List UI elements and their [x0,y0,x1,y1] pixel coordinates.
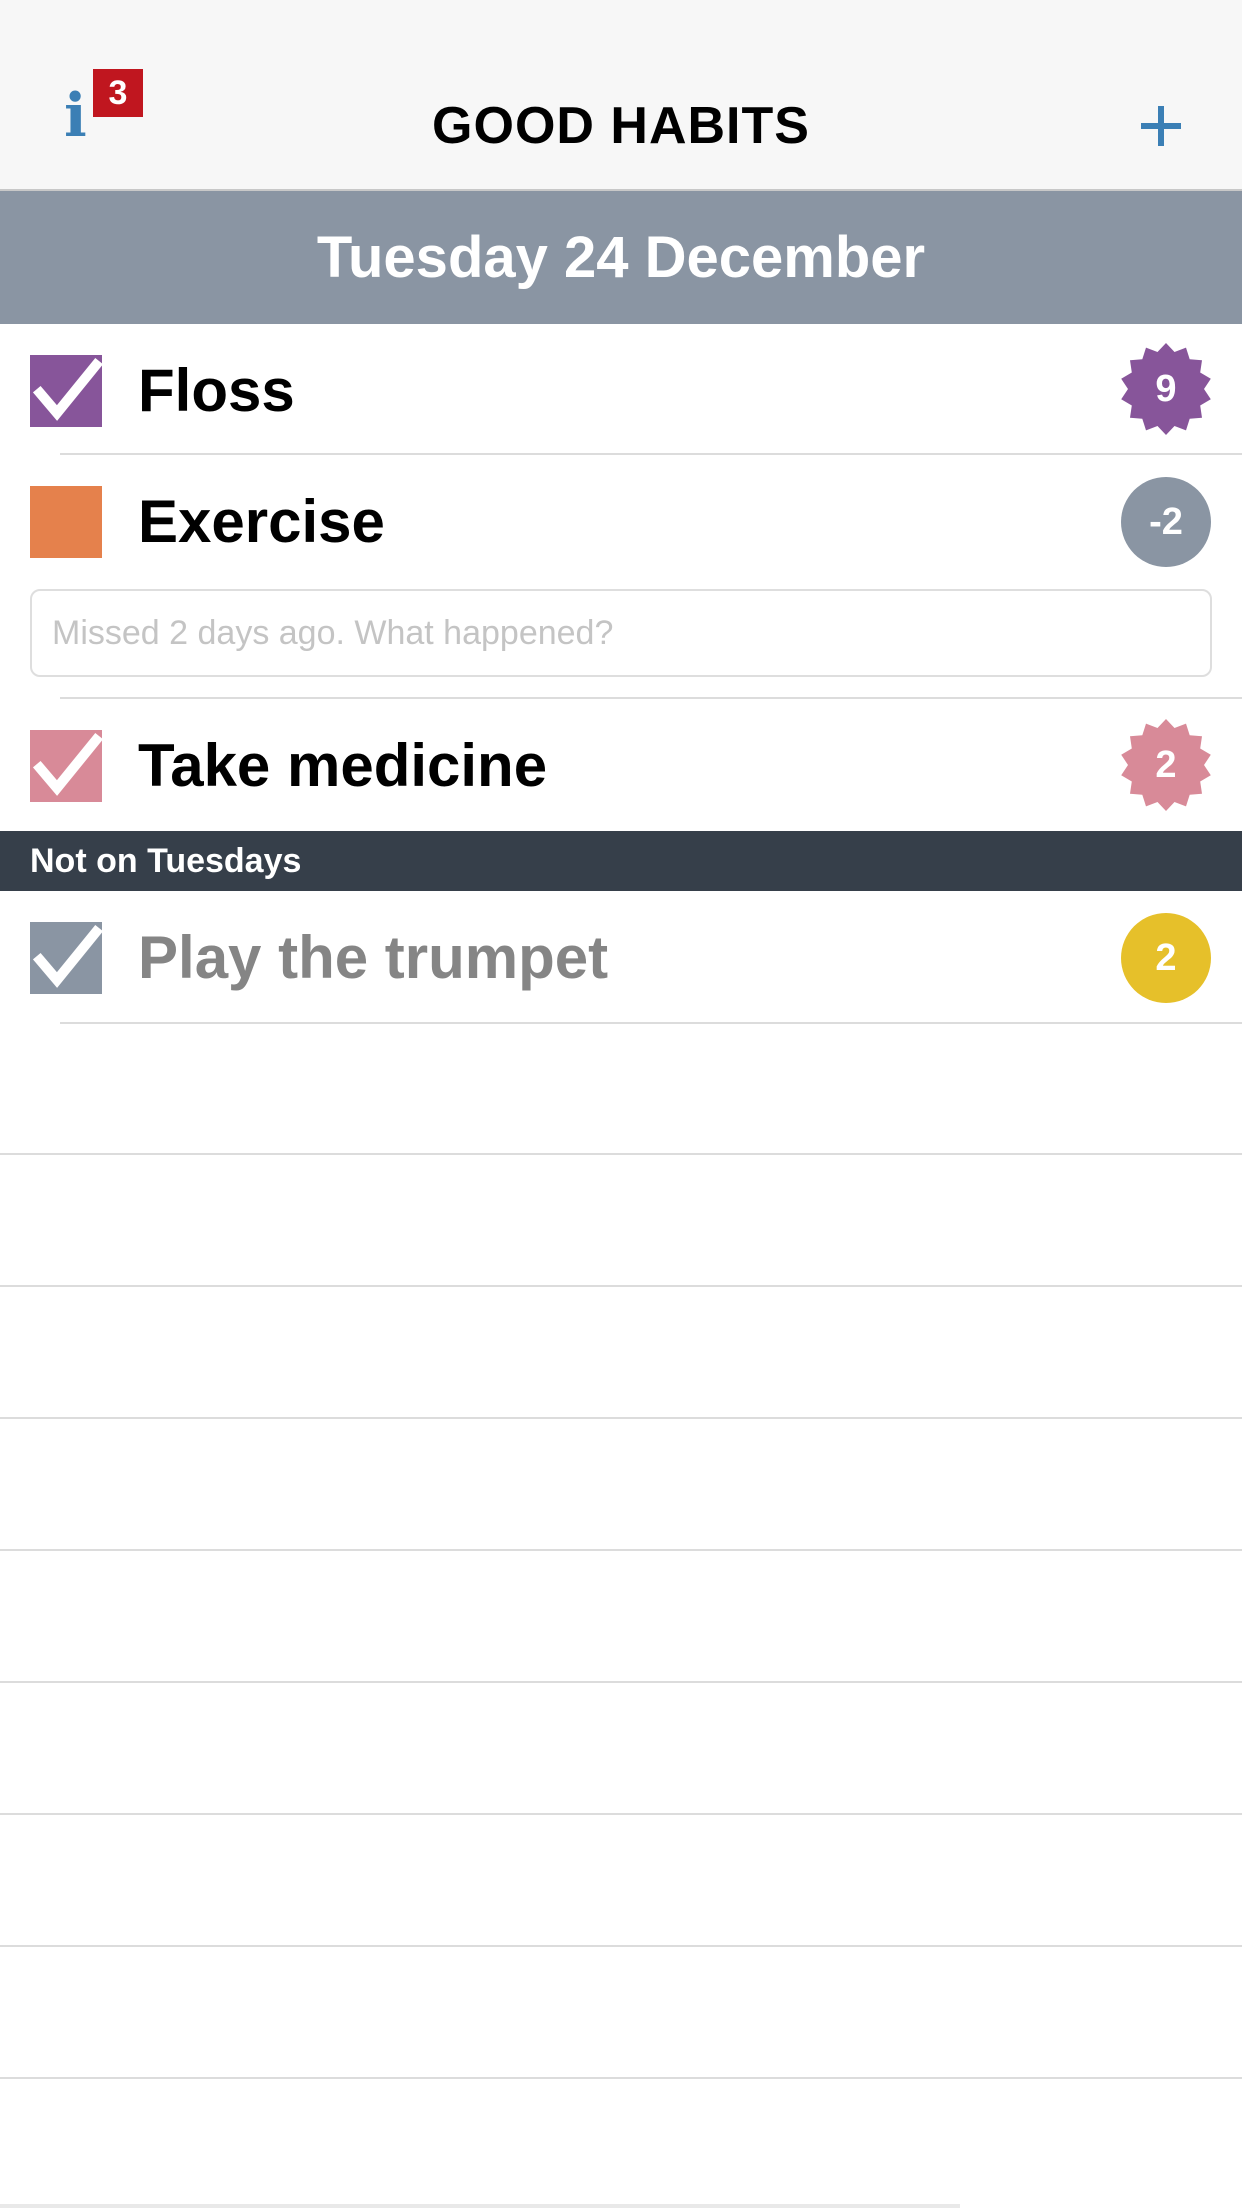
habit-checkbox-take-medicine[interactable] [30,730,102,802]
streak-badge[interactable]: 2 [1120,912,1212,1004]
checkbox-checked-icon [30,922,102,994]
section-header: Not on Tuesdays [0,831,1242,891]
empty-row-divider [0,1153,1242,1155]
streak-count: 9 [1155,368,1177,410]
scroll-indicator [0,2204,960,2208]
habit-label: Play the trumpet [138,924,609,991]
habit-checkbox-floss[interactable] [30,355,102,427]
nav-bar: i 3 GOOD HABITS [0,0,1242,191]
add-habit-button[interactable] [1130,94,1194,158]
habit-label: Take medicine [138,732,548,799]
checkbox-unchecked-icon [30,486,102,558]
checkbox-checked-icon [30,730,102,802]
row-divider [60,697,1242,699]
page-title: GOOD HABITS [432,97,810,155]
habit-label: Exercise [138,488,385,555]
habit-label: Floss [138,357,295,424]
streak-badge[interactable]: 9 [1120,343,1212,435]
habit-row-floss[interactable]: Floss 9 [0,324,1242,455]
empty-row-divider [0,2077,1242,2079]
habit-row-take-medicine[interactable]: Take medicine 2 [0,700,1242,831]
empty-row-divider [0,1549,1242,1551]
date-header: Tuesday 24 December [0,191,1242,324]
checkbox-checked-icon [30,355,102,427]
missed-note-input[interactable] [30,589,1212,677]
streak-count: -2 [1149,501,1183,543]
streak-badge[interactable]: -2 [1120,476,1212,568]
empty-row-divider [0,1681,1242,1683]
empty-row-divider [0,1813,1242,1815]
row-divider [60,453,1242,455]
empty-row-divider [0,1945,1242,1947]
empty-row-divider [0,1417,1242,1419]
habit-checkbox-exercise[interactable] [30,486,102,558]
empty-row-divider [0,1285,1242,1287]
habit-row-play-the-trumpet[interactable]: Play the trumpet 2 [0,891,1242,1024]
streak-badge[interactable]: 2 [1120,719,1212,811]
habit-checkbox-play-the-trumpet[interactable] [30,922,102,994]
streak-count: 2 [1155,744,1177,786]
row-divider [60,1022,1242,1024]
streak-count: 2 [1155,937,1177,979]
